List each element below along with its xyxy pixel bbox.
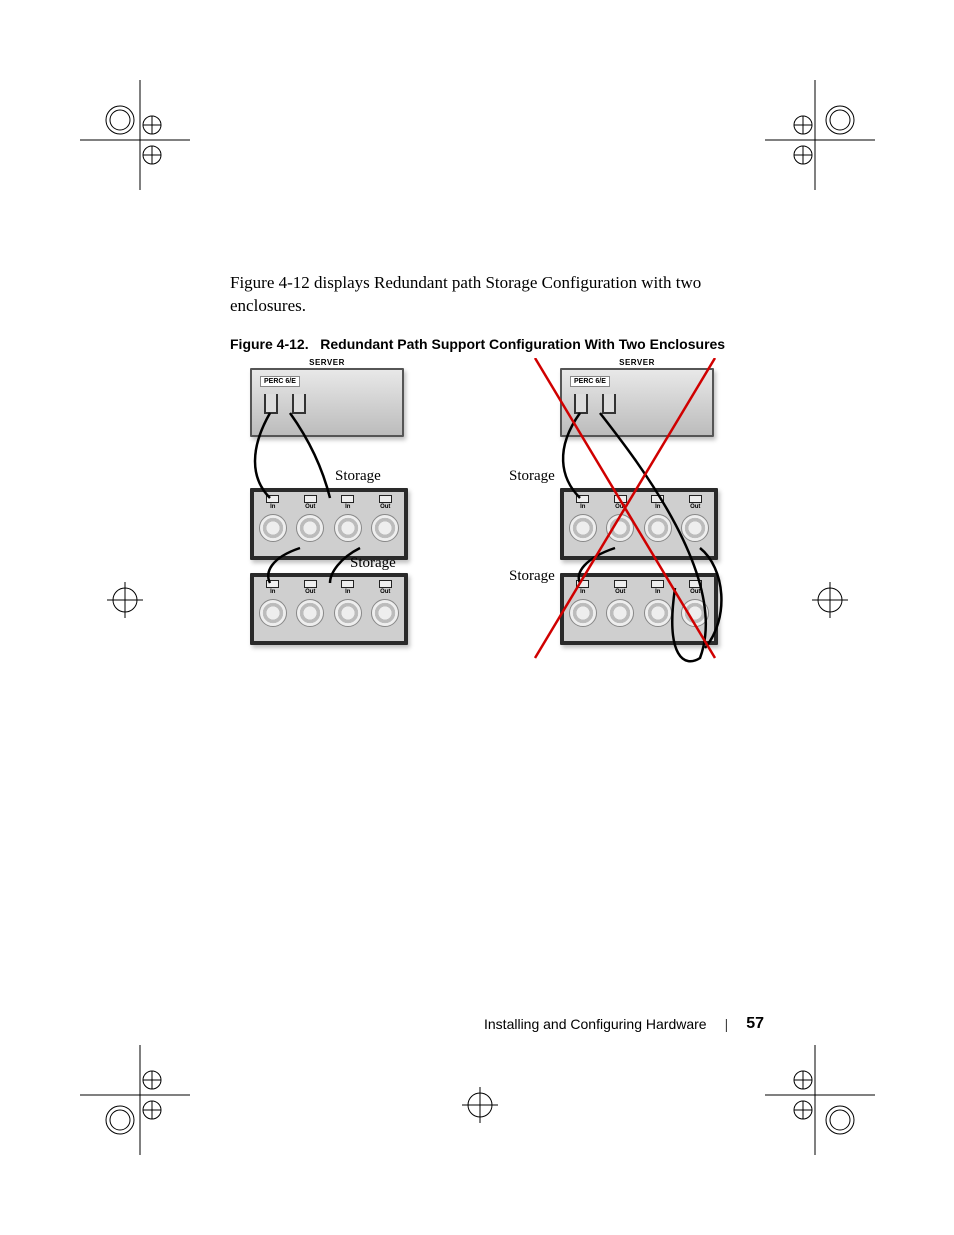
registration-mark-mr	[800, 570, 860, 630]
registration-mark-bl	[80, 1045, 190, 1155]
cables-incorrect	[505, 358, 750, 678]
registration-mark-bc	[450, 1075, 510, 1135]
registration-mark-br	[765, 1045, 875, 1155]
footer-separator: |	[725, 1016, 729, 1032]
page-footer: Installing and Configuring Hardware | 57	[484, 1015, 764, 1033]
paragraph-text: Figure 4-12 displays Redundant path Stor…	[230, 272, 750, 318]
registration-mark-tr	[765, 80, 875, 190]
cables-correct	[230, 358, 475, 678]
figure-title: Redundant Path Support Configuration Wit…	[320, 336, 725, 352]
page-number: 57	[746, 1015, 764, 1033]
figure-caption: Figure 4-12.Redundant Path Support Confi…	[230, 336, 750, 352]
footer-section: Installing and Configuring Hardware	[484, 1016, 707, 1032]
registration-mark-tl	[80, 80, 190, 190]
diagram-incorrect: SERVER PERC 6/E Storage In Out In Out St…	[505, 358, 750, 678]
figure-number: Figure 4-12.	[230, 336, 320, 352]
diagram-correct: SERVER PERC 6/E Storage In Out In Out St…	[230, 358, 475, 678]
registration-mark-ml	[95, 570, 155, 630]
